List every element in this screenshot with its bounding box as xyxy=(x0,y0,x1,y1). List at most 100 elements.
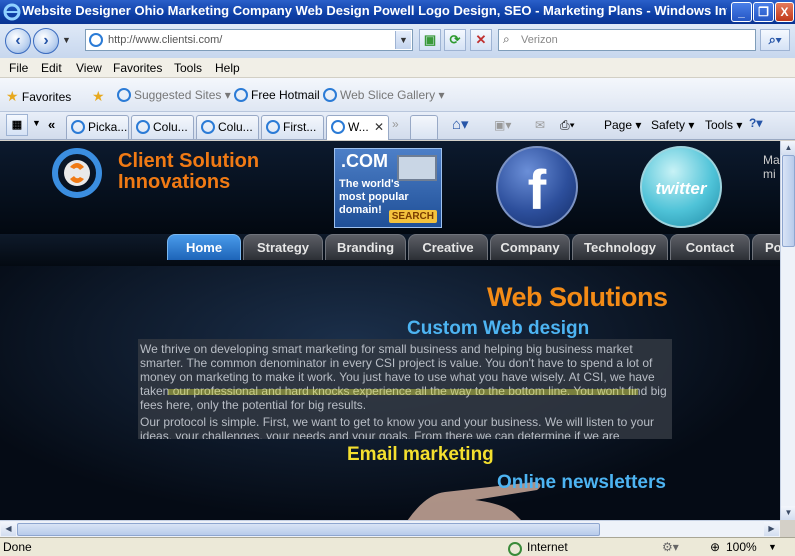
email-marketing-link[interactable]: Email marketing xyxy=(347,444,494,466)
stop-button[interactable]: ✕ xyxy=(470,29,492,51)
main-content: Web Solutions Custom Web design We thriv… xyxy=(0,266,780,520)
address-dropdown-icon[interactable]: ▼ xyxy=(395,31,411,49)
home-icon[interactable]: ⌂▾ xyxy=(452,115,469,133)
ie-page-icon xyxy=(323,88,337,102)
tab-2[interactable]: Colu... xyxy=(131,115,194,139)
custom-web-design-link[interactable]: Custom Web design xyxy=(407,318,589,340)
zoom-level[interactable]: 100% xyxy=(726,540,757,554)
scroll-down-arrow-icon[interactable]: ▼ xyxy=(781,506,795,520)
page-menu[interactable]: Page ▾ xyxy=(604,118,641,132)
favorite-label: Web Slice Gallery ▾ xyxy=(340,88,445,102)
favorite-free-hotmail[interactable]: Free Hotmail xyxy=(234,88,320,102)
menu-edit[interactable]: Edit xyxy=(41,61,62,75)
security-zone[interactable]: Internet xyxy=(527,540,568,554)
ad-line: The world's xyxy=(339,178,400,190)
intro-text-panel: We thrive on developing smart marketing … xyxy=(138,339,672,439)
nav-strategy[interactable]: Strategy xyxy=(243,234,323,260)
print-icon[interactable]: ⎙▾ xyxy=(560,118,575,133)
protected-mode-icon[interactable]: ⚙▾ xyxy=(662,540,679,554)
help-icon[interactable]: ?▾ xyxy=(749,116,762,130)
text-highlight xyxy=(168,389,638,395)
scroll-up-arrow-icon[interactable]: ▲ xyxy=(781,141,795,155)
restore-button[interactable]: ❐ xyxy=(753,2,774,22)
close-window-button[interactable]: X xyxy=(775,2,794,22)
close-tab-icon[interactable]: ✕ xyxy=(374,116,384,138)
nav-creative[interactable]: Creative xyxy=(408,234,488,260)
nav-company[interactable]: Company xyxy=(490,234,570,260)
search-button[interactable]: ⌕▾ xyxy=(760,29,790,51)
site-nav: Home Strategy Branding Creative Company … xyxy=(0,234,780,266)
nav-contact[interactable]: Contact xyxy=(670,234,750,260)
favorite-label: Free Hotmail xyxy=(251,88,320,102)
brand-name[interactable]: Client Solution Innovations xyxy=(118,151,259,193)
window-title-bar[interactable]: Website Designer Ohio Marketing Company … xyxy=(0,0,795,24)
header-truncated-text: Ma mi xyxy=(763,153,780,181)
tab-3[interactable]: Colu... xyxy=(196,115,259,139)
vertical-scrollbar[interactable]: ▲ ▼ xyxy=(780,141,795,520)
status-text: Done xyxy=(3,540,32,554)
safety-menu[interactable]: Safety ▾ xyxy=(651,118,694,132)
tab-label: Colu... xyxy=(218,120,253,134)
nav-branding[interactable]: Branding xyxy=(325,234,406,260)
menu-help[interactable]: Help xyxy=(215,61,240,75)
feeds-icon[interactable]: ▣▾ xyxy=(494,118,511,132)
menu-tools[interactable]: Tools xyxy=(174,61,202,75)
vertical-scroll-thumb[interactable] xyxy=(782,155,795,247)
menu-view[interactable]: View xyxy=(76,61,102,75)
tab-1[interactable]: Picka... xyxy=(66,115,129,139)
twitter-icon[interactable]: twitter xyxy=(640,146,722,228)
new-tab-button[interactable] xyxy=(410,115,438,139)
horizontal-scrollbar[interactable]: ◀ ▶ xyxy=(0,520,780,537)
tools-menu[interactable]: Tools ▾ xyxy=(705,118,742,132)
read-mail-icon[interactable]: ✉ xyxy=(535,118,545,132)
ie-page-icon xyxy=(331,120,345,134)
scroll-right-arrow-icon[interactable]: ▶ xyxy=(764,522,779,536)
online-newsletters-link[interactable]: Online newsletters xyxy=(497,472,666,494)
horizontal-scroll-thumb[interactable] xyxy=(17,523,600,536)
search-field[interactable]: ⌕ Verizon xyxy=(498,29,756,51)
scroll-tabs-right-icon[interactable]: » xyxy=(392,117,399,131)
ie-page-icon xyxy=(136,120,150,134)
quick-tabs-icon[interactable]: ▦ xyxy=(6,114,28,136)
facebook-icon[interactable]: f xyxy=(496,146,578,228)
tab-5-active[interactable]: W... ✕ xyxy=(326,115,389,140)
ie-page-icon xyxy=(234,88,248,102)
refresh-button[interactable]: ⟳ xyxy=(444,29,466,51)
history-dropdown-icon[interactable]: ▼ xyxy=(62,35,71,45)
intro-paragraph-1: We thrive on developing smart marketing … xyxy=(140,342,667,412)
address-url[interactable]: http://www.clientsi.com/ xyxy=(108,34,222,46)
scroll-left-arrow-icon[interactable]: ◀ xyxy=(1,522,16,536)
site-header: Client Solution Innovations .COM The wor… xyxy=(0,141,780,236)
forward-button[interactable]: › xyxy=(33,28,59,54)
address-toolbar: ‹ › ▼ http://www.clientsi.com/ ▼ ▣ ⟳ ✕ ⌕… xyxy=(0,24,795,58)
intro-paragraph-2: Our protocol is simple. First, we want t… xyxy=(140,415,654,439)
tab-list-dropdown-icon[interactable]: ▼ xyxy=(32,118,41,128)
zoom-icon: ⊕ xyxy=(710,540,721,554)
ie-page-icon xyxy=(117,88,131,102)
nav-technology[interactable]: Technology xyxy=(572,234,668,260)
tab-label: W... xyxy=(348,120,369,134)
compatibility-view-icon[interactable]: ▣ xyxy=(419,29,441,51)
back-button[interactable]: ‹ xyxy=(5,28,31,54)
address-field[interactable]: http://www.clientsi.com/ ▼ xyxy=(85,29,413,51)
tab-row: ▦ ▼ « Picka... Colu... Colu... First... … xyxy=(0,112,795,140)
brand-line-1: Client Solution xyxy=(118,150,260,172)
brand-line-2: Innovations xyxy=(118,171,231,193)
favorites-bar: ★ Favorites ★ Suggested Sites ▾ Free Hot… xyxy=(0,78,795,112)
add-to-favorites-bar-icon[interactable]: ★ xyxy=(92,88,105,105)
tab-4[interactable]: First... xyxy=(261,115,324,139)
csi-logo-icon[interactable] xyxy=(44,145,110,201)
zoom-dropdown-icon[interactable]: ▼ xyxy=(768,542,777,552)
favorite-suggested-sites[interactable]: Suggested Sites ▾ xyxy=(117,88,231,102)
nav-home[interactable]: Home xyxy=(167,234,241,260)
minimize-button[interactable]: _ xyxy=(731,2,752,22)
scroll-tabs-left-icon[interactable]: « xyxy=(48,117,55,132)
ad-search-button[interactable]: SEARCH xyxy=(388,210,437,223)
nav-portfolio-truncated[interactable]: Po xyxy=(752,234,780,260)
dotcom-domain-ad[interactable]: .COM The world's most popular domain! SE… xyxy=(334,148,442,228)
truncated-line: mi xyxy=(763,167,776,181)
favorite-web-slice-gallery[interactable]: Web Slice Gallery ▾ xyxy=(323,88,445,102)
menu-favorites[interactable]: Favorites xyxy=(113,61,162,75)
menu-file[interactable]: File xyxy=(9,61,28,75)
favorites-button[interactable]: ★ Favorites xyxy=(6,88,71,105)
